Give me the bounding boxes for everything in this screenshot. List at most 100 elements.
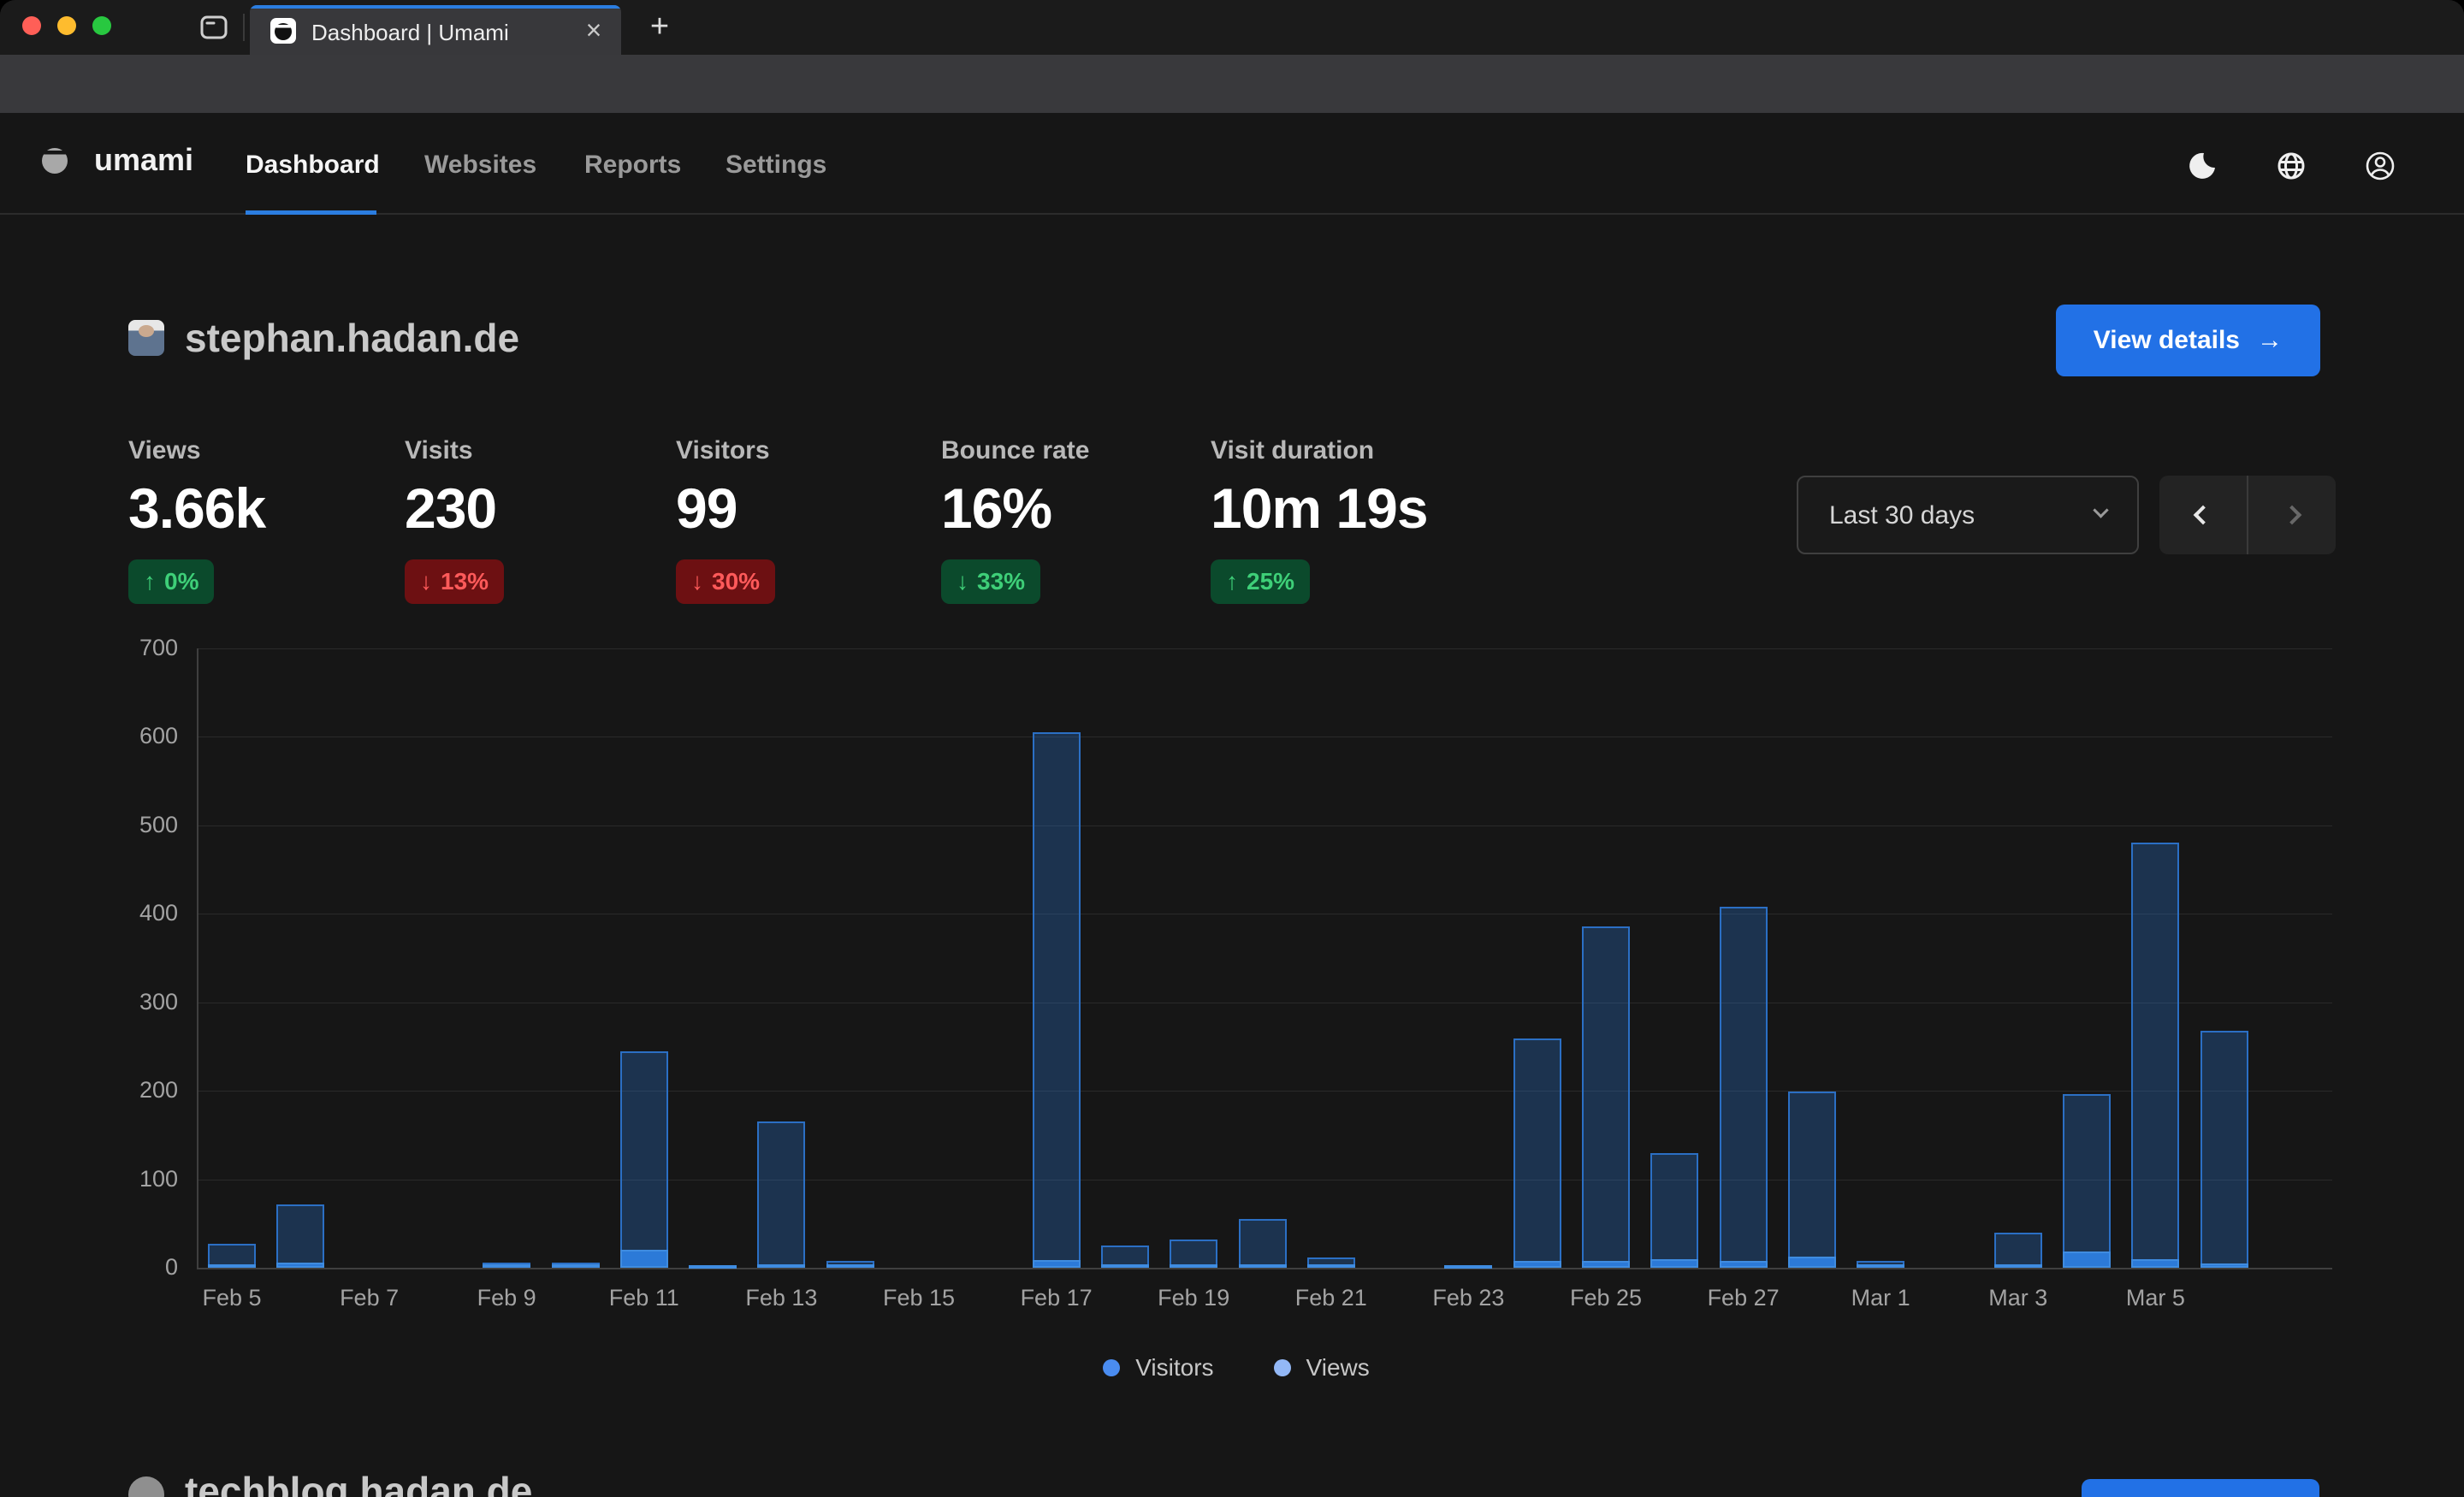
views-bar	[757, 1121, 805, 1268]
chevron-left-icon	[2194, 506, 2213, 525]
visitors-bar	[1994, 1264, 2042, 1268]
legend-views[interactable]: Views	[1274, 1354, 1370, 1382]
views-bar	[1444, 1265, 1492, 1269]
views-bar	[620, 1051, 668, 1268]
metric-value: 16%	[941, 476, 1089, 541]
second-site-view-details-button[interactable]	[2082, 1479, 2319, 1497]
visitors-bar	[1033, 1260, 1081, 1268]
nav-websites[interactable]: Websites	[424, 151, 536, 180]
browser-toolbar: ← →	[0, 55, 2464, 113]
trend-down-icon: ↓	[420, 568, 432, 595]
views-bar	[552, 1263, 600, 1268]
nav-reports[interactable]: Reports	[584, 151, 681, 180]
nav-dashboard[interactable]: Dashboard	[246, 151, 380, 180]
tab-close-icon[interactable]: ×	[578, 15, 609, 46]
views-bar	[1650, 1153, 1698, 1268]
x-axis-tick: Feb 23	[1408, 1285, 1528, 1311]
profile-button[interactable]	[2358, 144, 2402, 188]
x-axis-tick: Feb 9	[447, 1285, 566, 1311]
x-axis-tick: Feb 17	[997, 1285, 1116, 1311]
prev-period-button[interactable]	[2159, 476, 2247, 554]
chart-legend: Visitors Views	[128, 1354, 2344, 1382]
x-axis-tick: Feb 5	[172, 1285, 292, 1311]
trend-down-icon: ↓	[691, 568, 703, 595]
visitors-bar	[1307, 1264, 1355, 1268]
views-bar	[1720, 907, 1768, 1268]
window-minimize-button[interactable]	[57, 16, 76, 35]
metric-value: 99	[676, 476, 775, 541]
visitors-bar	[1720, 1261, 1768, 1268]
trend-up-icon: ↑	[144, 568, 156, 595]
visitors-bar	[2131, 1259, 2179, 1268]
y-axis-tick: 200	[118, 1077, 178, 1104]
nav-settings[interactable]: Settings	[726, 151, 826, 180]
x-axis-tick: Feb 27	[1684, 1285, 1804, 1311]
next-period-button[interactable]	[2248, 476, 2336, 554]
date-range-dropdown[interactable]: Last 30 days	[1797, 476, 2139, 554]
views-bar	[1513, 1038, 1561, 1268]
metric-change-badge: ↓ 33%	[941, 559, 1040, 604]
new-tab-button[interactable]: +	[640, 10, 679, 44]
visitors-bar	[1170, 1264, 1217, 1268]
visitors-bar	[757, 1264, 805, 1268]
visitors-dot-icon	[1103, 1359, 1120, 1376]
visitors-bar	[276, 1263, 324, 1268]
metric-change-badge: ↓ 13%	[405, 559, 504, 604]
window-zoom-button[interactable]	[92, 16, 111, 35]
view-details-button[interactable]: View details →	[2056, 305, 2320, 376]
x-axis-tick: Feb 21	[1271, 1285, 1391, 1311]
views-bar	[1170, 1240, 1217, 1268]
theme-toggle-button[interactable]	[2180, 144, 2224, 188]
y-axis-tick: 0	[118, 1254, 178, 1281]
metric-change-badge: ↑ 25%	[1211, 559, 1310, 604]
visitors-bar	[1101, 1264, 1149, 1268]
views-bar	[208, 1244, 256, 1268]
views-bar	[1033, 732, 1081, 1268]
profile-icon	[2365, 151, 2396, 181]
metric-label: Visit duration	[1211, 436, 1428, 465]
views-bar	[826, 1261, 874, 1268]
site-favicon	[128, 320, 164, 356]
x-axis-tick: Feb 25	[1546, 1285, 1666, 1311]
legend-visitors[interactable]: Visitors	[1103, 1354, 1213, 1382]
x-axis-tick: Mar 3	[1958, 1285, 2078, 1311]
views-bar	[1239, 1219, 1287, 1268]
metric-visit-duration: Visit duration 10m 19s ↑ 25%	[1211, 436, 1428, 604]
window-close-button[interactable]	[22, 16, 41, 35]
brand-name: umami	[94, 142, 193, 178]
visitors-bar	[1513, 1261, 1561, 1268]
x-axis-tick: Mar 1	[1821, 1285, 1940, 1311]
views-bar	[276, 1204, 324, 1268]
trend-down-icon: ↓	[957, 568, 968, 595]
visitors-bar	[1857, 1264, 1904, 1268]
bar-chart: 0100200300400500600700Feb 5Feb 7Feb 9Feb…	[128, 637, 2344, 1330]
tab-separator	[243, 14, 245, 41]
visitors-bar	[208, 1264, 256, 1268]
y-axis-tick: 100	[118, 1166, 178, 1192]
language-button[interactable]	[2269, 144, 2313, 188]
firefox-view-icon	[199, 14, 228, 41]
chevron-right-icon	[2283, 506, 2302, 525]
gridline	[197, 825, 2332, 826]
app-header: umami Dashboard Websites Reports Setting…	[0, 113, 2464, 215]
tab-dashboard-umami[interactable]: Dashboard | Umami ×	[250, 5, 621, 55]
metric-views: Views 3.66k ↑ 0%	[128, 436, 265, 604]
umami-logo-icon	[38, 143, 72, 177]
umami-brand[interactable]: umami	[38, 142, 193, 178]
metric-value: 230	[405, 476, 504, 541]
date-pager	[2159, 476, 2336, 554]
metric-visitors: Visitors 99 ↓ 30%	[676, 436, 775, 604]
y-axis-tick: 300	[118, 989, 178, 1015]
tab-title: Dashboard | Umami	[311, 20, 509, 46]
visitors-bar	[2200, 1263, 2248, 1268]
views-bar	[689, 1265, 737, 1269]
y-axis-tick: 600	[118, 723, 178, 749]
site-title: stephan.hadan.de	[185, 315, 519, 361]
website-header-row: stephan.hadan.de View details →	[128, 305, 2336, 378]
firefox-view-button[interactable]	[195, 10, 233, 44]
gridline	[197, 1091, 2332, 1092]
x-axis-tick: Feb 19	[1134, 1285, 1253, 1311]
views-bar	[2131, 843, 2179, 1268]
globe-icon	[2276, 151, 2307, 181]
visitors-bar	[1239, 1264, 1287, 1268]
